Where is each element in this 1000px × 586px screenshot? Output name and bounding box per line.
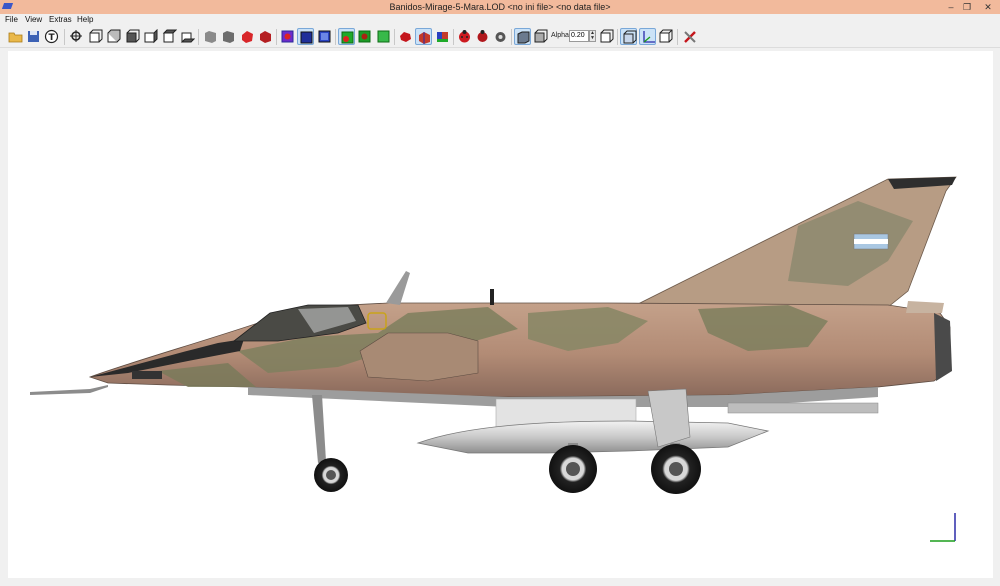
dorsal-antenna [386,271,410,305]
shade-gray-1-icon[interactable] [202,28,219,45]
bounding-box-icon[interactable] [598,28,615,45]
alpha-label: Alpha: [551,32,571,39]
view-top-icon[interactable] [161,28,178,45]
drop-tank [416,420,770,454]
bug-red-icon[interactable] [397,28,414,45]
alpha-spinner[interactable]: ▲ ▼ [589,30,596,42]
window-title: Banidos-Mirage-5-Mara.LOD <no ini file> … [389,2,611,12]
air-intake [359,332,479,382]
gear-ladybug-icon[interactable] [492,28,509,45]
wire-cube-icon[interactable] [532,28,549,45]
view-bottom-icon[interactable] [179,28,196,45]
select-box-icon[interactable] [297,28,314,45]
menu-bar: File View Extras Help [0,14,1000,26]
exhaust-nozzle [934,313,952,381]
shade-gray-2-icon[interactable] [220,28,237,45]
axes-icon[interactable] [639,28,656,45]
nose-gear-strut [312,395,326,463]
view-left-icon[interactable] [124,28,141,45]
3d-viewport[interactable] [8,51,993,578]
restore-button[interactable]: ❐ [958,0,976,14]
select-frame-icon[interactable] [316,28,333,45]
cube-colored-1-icon[interactable] [415,28,432,45]
view-right-icon[interactable] [142,28,159,45]
transparent-cube-icon[interactable] [620,28,637,45]
menu-extras[interactable]: Extras [49,14,72,26]
svg-text:T: T [49,33,56,43]
select-all-icon[interactable] [279,28,296,45]
view-front-icon[interactable] [87,28,104,45]
layer-green-1-icon[interactable] [338,28,355,45]
menu-file[interactable]: File [5,14,18,26]
text-t-icon[interactable]: T [43,28,60,45]
tail-fin [627,176,957,310]
tools-icon[interactable] [682,28,699,45]
view-back-icon[interactable] [105,28,122,45]
cube-colored-2-icon[interactable] [434,28,451,45]
shade-red-2-icon[interactable] [257,28,274,45]
pitot-tube [30,385,108,395]
close-button[interactable]: ✕ [976,0,1000,14]
layer-green-2-icon[interactable] [356,28,373,45]
layer-green-3-icon[interactable] [375,28,392,45]
ladybug-1-icon[interactable] [456,28,473,45]
menu-view[interactable]: View [25,14,42,26]
solid-cube-icon[interactable] [514,28,531,45]
zoom-fit-icon[interactable] [68,28,85,45]
shade-red-1-icon[interactable] [239,28,256,45]
toolbar: T [0,26,1000,48]
open-folder-icon[interactable] [7,28,24,45]
alpha-input[interactable]: 0.20 [569,30,589,42]
aircraft-model [30,176,957,542]
save-disk-icon[interactable] [25,28,42,45]
menu-help[interactable]: Help [77,14,93,26]
cube-outline-icon[interactable] [657,28,674,45]
title-bar: Banidos-Mirage-5-Mara.LOD <no ini file> … [0,0,1000,14]
ladybug-2-icon[interactable] [474,28,491,45]
